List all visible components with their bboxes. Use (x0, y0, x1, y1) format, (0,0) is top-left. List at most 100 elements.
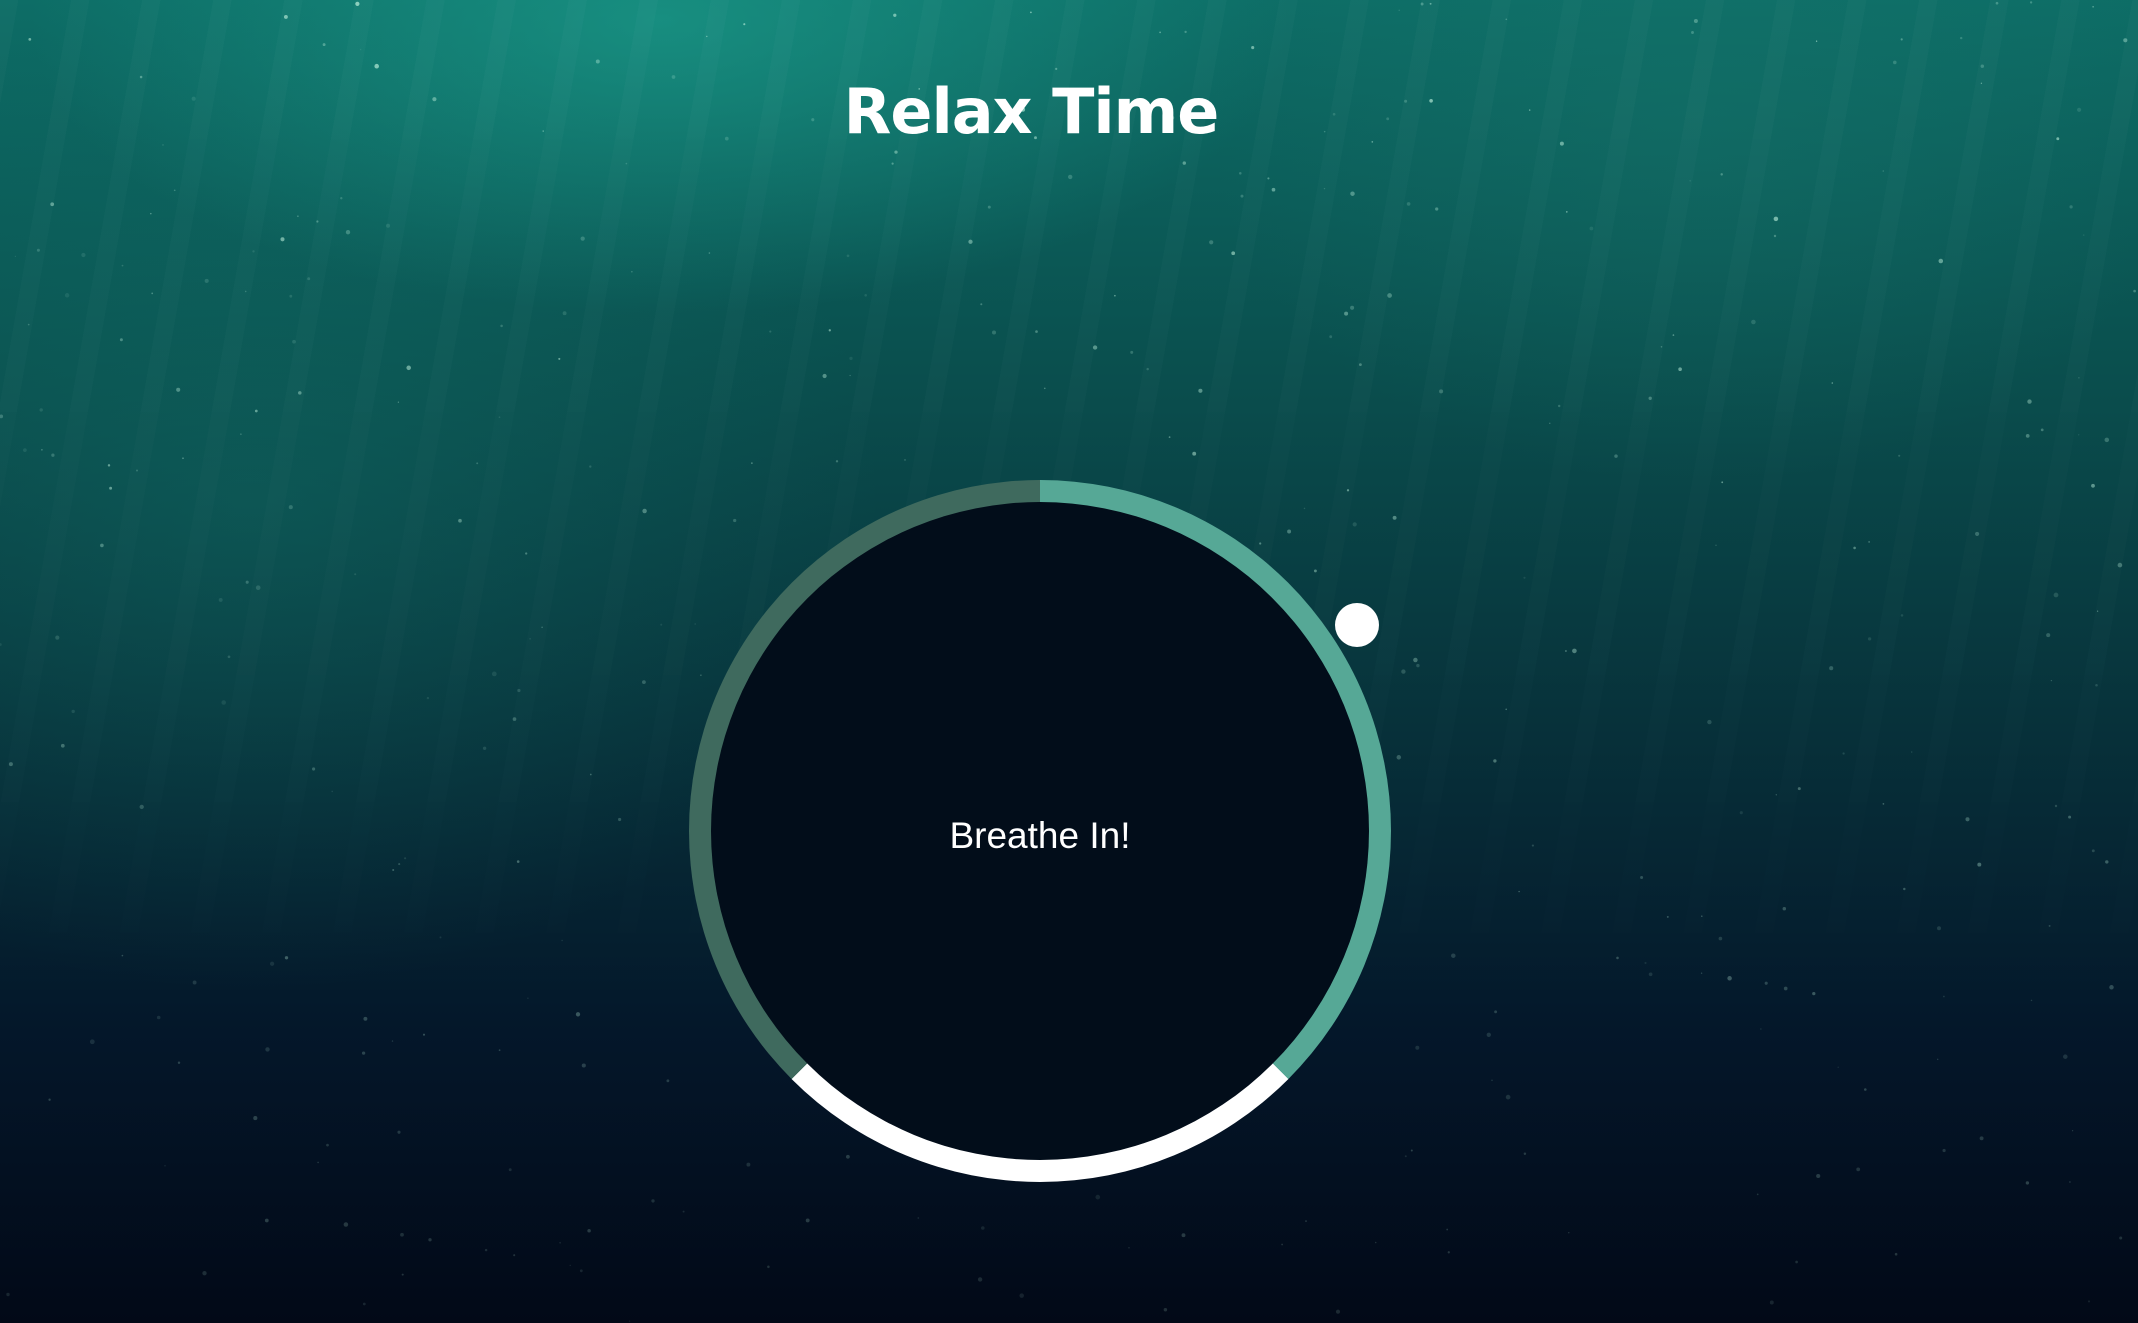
particle (1163, 1307, 1168, 1312)
particle (41, 448, 43, 451)
particle (48, 1098, 51, 1101)
particle (139, 804, 144, 810)
particle (642, 680, 646, 684)
particle (202, 1271, 207, 1276)
particle (743, 23, 746, 26)
particle (1114, 294, 1116, 297)
particle (1691, 31, 1694, 34)
particle (512, 717, 517, 721)
particle (1773, 234, 1777, 238)
particle (589, 773, 592, 776)
particle (182, 457, 184, 460)
particle (39, 408, 43, 412)
particle (1614, 454, 1618, 458)
particle (1938, 258, 1944, 264)
particle (2027, 399, 2032, 404)
particle (2078, 434, 2080, 436)
particle (1549, 422, 1551, 424)
particle (374, 63, 379, 69)
particle (227, 655, 231, 659)
particle (60, 743, 65, 748)
particle (1782, 906, 1787, 911)
particle (0, 414, 4, 419)
particle (8, 762, 13, 767)
particle (400, 1232, 404, 1237)
particle (1429, 2, 1432, 5)
particle (391, 1040, 394, 1042)
particle (289, 294, 293, 298)
particle (525, 552, 528, 555)
particle (245, 580, 249, 584)
particle (71, 709, 75, 714)
particle (109, 486, 113, 490)
particle (1900, 614, 1904, 617)
particle (283, 14, 288, 19)
particle (708, 252, 711, 254)
particle (1568, 1232, 1570, 1234)
particle (508, 1168, 512, 1172)
particle (561, 939, 563, 942)
particle (2119, 1236, 2123, 1240)
particle (2025, 434, 2030, 438)
particle (240, 433, 242, 435)
particle (1898, 454, 1901, 457)
particle (1335, 1309, 1341, 1314)
particle (292, 339, 296, 344)
particle (562, 311, 567, 316)
particle (1572, 648, 1577, 654)
particle (1240, 194, 1244, 198)
particle (1447, 1251, 1450, 1254)
particle (221, 700, 226, 705)
particle (164, 1164, 166, 1167)
particle (1030, 11, 1032, 14)
particle (1505, 1094, 1511, 1100)
particle (527, 997, 529, 999)
particle (666, 1079, 670, 1083)
particle (1231, 251, 1236, 256)
particle (2117, 562, 2123, 568)
particle (529, 638, 531, 640)
particle (642, 508, 647, 514)
particle (406, 365, 411, 371)
particle (355, 1, 360, 7)
particle (498, 416, 501, 419)
particle (482, 746, 487, 750)
particle (326, 1143, 329, 1147)
particle (343, 1222, 349, 1227)
particle (1416, 663, 1420, 668)
particle (1095, 1194, 1101, 1200)
particle (1435, 207, 1439, 211)
particle (1209, 240, 1214, 245)
particle (1700, 972, 1703, 974)
particle (1267, 177, 1270, 180)
particle (1965, 817, 1970, 822)
particle (660, 623, 663, 626)
particle (1374, 1241, 1377, 1244)
particle (354, 573, 357, 576)
particle (581, 1063, 586, 1068)
particle (55, 635, 60, 640)
particle (904, 459, 906, 461)
particle (1486, 1032, 1491, 1037)
particle (1672, 334, 1675, 336)
particle (1439, 389, 1444, 394)
particle (176, 387, 181, 392)
particle (1146, 367, 1149, 371)
particle (89, 1039, 95, 1045)
particle (1531, 844, 1534, 847)
particle (2095, 684, 2098, 687)
particle (1853, 546, 1856, 550)
particle (244, 290, 247, 293)
particle (345, 230, 351, 235)
particle (1894, 1252, 1898, 1256)
particle (631, 271, 633, 273)
particle (589, 465, 592, 468)
particle (835, 460, 839, 463)
particle (846, 254, 850, 258)
particle (2029, 1, 2033, 4)
particle (23, 448, 27, 452)
particle (1413, 657, 1418, 663)
particle (359, 48, 362, 51)
particle (1715, 544, 1717, 546)
particle (569, 1264, 571, 1267)
